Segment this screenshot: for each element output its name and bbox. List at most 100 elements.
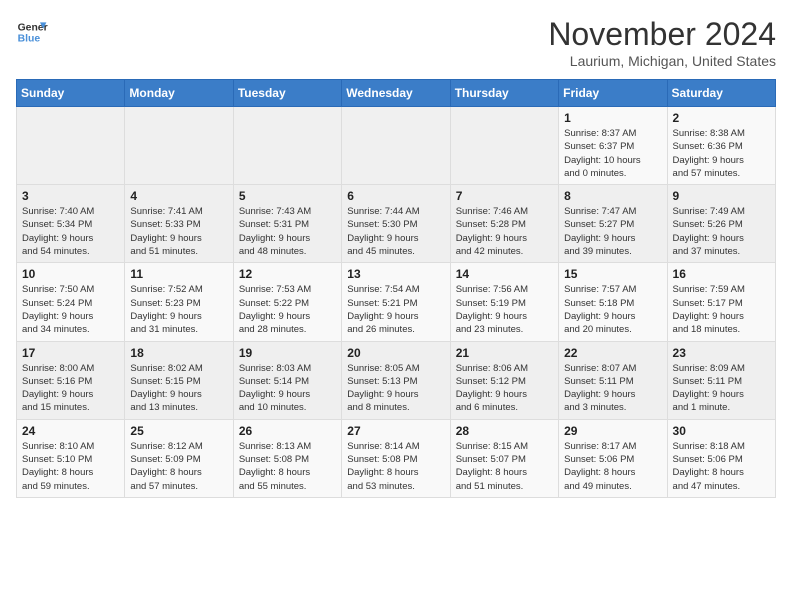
logo: General Blue: [16, 16, 48, 48]
day-info: Sunrise: 7:52 AM Sunset: 5:23 PM Dayligh…: [130, 283, 227, 336]
weekday-header-saturday: Saturday: [667, 80, 775, 107]
calendar-cell: 3 Sunrise: 7:40 AM Sunset: 5:34 PM Daylig…: [17, 185, 125, 263]
day-number: 29: [564, 424, 661, 438]
calendar-cell: [125, 107, 233, 185]
calendar-week-row: 1 Sunrise: 8:37 AM Sunset: 6:37 PM Daylig…: [17, 107, 776, 185]
day-number: 17: [22, 346, 119, 360]
calendar-cell: [342, 107, 450, 185]
day-info: Sunrise: 8:38 AM Sunset: 6:36 PM Dayligh…: [673, 127, 770, 180]
day-number: 9: [673, 189, 770, 203]
calendar-cell: 30 Sunrise: 8:18 AM Sunset: 5:06 PM Dayli…: [667, 419, 775, 497]
logo-icon: General Blue: [16, 16, 48, 48]
day-info: Sunrise: 7:40 AM Sunset: 5:34 PM Dayligh…: [22, 205, 119, 258]
weekday-header-thursday: Thursday: [450, 80, 558, 107]
calendar-week-row: 24Sunrise: 8:10 AM Sunset: 5:10 PM Dayli…: [17, 419, 776, 497]
calendar-week-row: 3 Sunrise: 7:40 AM Sunset: 5:34 PM Daylig…: [17, 185, 776, 263]
calendar-cell: 8 Sunrise: 7:47 AM Sunset: 5:27 PM Daylig…: [559, 185, 667, 263]
day-info: Sunrise: 7:53 AM Sunset: 5:22 PM Dayligh…: [239, 283, 336, 336]
calendar-cell: 1 Sunrise: 8:37 AM Sunset: 6:37 PM Daylig…: [559, 107, 667, 185]
calendar-cell: 22 Sunrise: 8:07 AM Sunset: 5:11 PM Dayli…: [559, 341, 667, 419]
day-info: Sunrise: 7:57 AM Sunset: 5:18 PM Dayligh…: [564, 283, 661, 336]
day-number: 22: [564, 346, 661, 360]
calendar-cell: 4Sunrise: 7:41 AM Sunset: 5:33 PM Daylig…: [125, 185, 233, 263]
day-info: Sunrise: 8:07 AM Sunset: 5:11 PM Dayligh…: [564, 362, 661, 415]
day-info: Sunrise: 7:50 AM Sunset: 5:24 PM Dayligh…: [22, 283, 119, 336]
calendar-cell: 19Sunrise: 8:03 AM Sunset: 5:14 PM Dayli…: [233, 341, 341, 419]
calendar-cell: 14 Sunrise: 7:56 AM Sunset: 5:19 PM Dayli…: [450, 263, 558, 341]
day-info: Sunrise: 7:47 AM Sunset: 5:27 PM Dayligh…: [564, 205, 661, 258]
calendar-cell: 7 Sunrise: 7:46 AM Sunset: 5:28 PM Daylig…: [450, 185, 558, 263]
day-info: Sunrise: 8:02 AM Sunset: 5:15 PM Dayligh…: [130, 362, 227, 415]
weekday-header-wednesday: Wednesday: [342, 80, 450, 107]
day-info: Sunrise: 8:12 AM Sunset: 5:09 PM Dayligh…: [130, 440, 227, 493]
location-label: Laurium, Michigan, United States: [548, 53, 776, 69]
day-info: Sunrise: 7:54 AM Sunset: 5:21 PM Dayligh…: [347, 283, 444, 336]
day-number: 13: [347, 267, 444, 281]
day-number: 18: [130, 346, 227, 360]
day-number: 21: [456, 346, 553, 360]
calendar-cell: 28 Sunrise: 8:15 AM Sunset: 5:07 PM Dayli…: [450, 419, 558, 497]
day-info: Sunrise: 8:03 AM Sunset: 5:14 PM Dayligh…: [239, 362, 336, 415]
calendar-cell: 25 Sunrise: 8:12 AM Sunset: 5:09 PM Dayli…: [125, 419, 233, 497]
page-header: General Blue November 2024 Laurium, Mich…: [16, 16, 776, 69]
calendar-cell: 13 Sunrise: 7:54 AM Sunset: 5:21 PM Dayli…: [342, 263, 450, 341]
day-number: 25: [130, 424, 227, 438]
calendar-cell: 27Sunrise: 8:14 AM Sunset: 5:08 PM Dayli…: [342, 419, 450, 497]
day-number: 14: [456, 267, 553, 281]
day-info: Sunrise: 8:37 AM Sunset: 6:37 PM Dayligh…: [564, 127, 661, 180]
day-info: Sunrise: 7:59 AM Sunset: 5:17 PM Dayligh…: [673, 283, 770, 336]
calendar-cell: 20 Sunrise: 8:05 AM Sunset: 5:13 PM Dayli…: [342, 341, 450, 419]
calendar-cell: 16 Sunrise: 7:59 AM Sunset: 5:17 PM Dayli…: [667, 263, 775, 341]
day-info: Sunrise: 7:41 AM Sunset: 5:33 PM Dayligh…: [130, 205, 227, 258]
day-info: Sunrise: 7:49 AM Sunset: 5:26 PM Dayligh…: [673, 205, 770, 258]
day-number: 8: [564, 189, 661, 203]
calendar-cell: 17 Sunrise: 8:00 AM Sunset: 5:16 PM Dayli…: [17, 341, 125, 419]
calendar-cell: 5 Sunrise: 7:43 AM Sunset: 5:31 PM Daylig…: [233, 185, 341, 263]
weekday-header-friday: Friday: [559, 80, 667, 107]
calendar-cell: 10 Sunrise: 7:50 AM Sunset: 5:24 PM Dayli…: [17, 263, 125, 341]
calendar-table: SundayMondayTuesdayWednesdayThursdayFrid…: [16, 79, 776, 498]
day-number: 3: [22, 189, 119, 203]
day-number: 20: [347, 346, 444, 360]
day-number: 23: [673, 346, 770, 360]
weekday-header-tuesday: Tuesday: [233, 80, 341, 107]
day-info: Sunrise: 8:15 AM Sunset: 5:07 PM Dayligh…: [456, 440, 553, 493]
calendar-cell: 12 Sunrise: 7:53 AM Sunset: 5:22 PM Dayli…: [233, 263, 341, 341]
day-number: 16: [673, 267, 770, 281]
day-number: 12: [239, 267, 336, 281]
calendar-cell: 6 Sunrise: 7:44 AM Sunset: 5:30 PM Daylig…: [342, 185, 450, 263]
calendar-cell: 11Sunrise: 7:52 AM Sunset: 5:23 PM Dayli…: [125, 263, 233, 341]
day-info: Sunrise: 8:05 AM Sunset: 5:13 PM Dayligh…: [347, 362, 444, 415]
calendar-cell: [233, 107, 341, 185]
day-number: 28: [456, 424, 553, 438]
day-number: 2: [673, 111, 770, 125]
weekday-header-row: SundayMondayTuesdayWednesdayThursdayFrid…: [17, 80, 776, 107]
day-info: Sunrise: 8:17 AM Sunset: 5:06 PM Dayligh…: [564, 440, 661, 493]
day-info: Sunrise: 8:06 AM Sunset: 5:12 PM Dayligh…: [456, 362, 553, 415]
day-number: 24: [22, 424, 119, 438]
day-number: 26: [239, 424, 336, 438]
day-info: Sunrise: 8:13 AM Sunset: 5:08 PM Dayligh…: [239, 440, 336, 493]
day-info: Sunrise: 8:00 AM Sunset: 5:16 PM Dayligh…: [22, 362, 119, 415]
day-number: 1: [564, 111, 661, 125]
day-number: 5: [239, 189, 336, 203]
day-info: Sunrise: 7:43 AM Sunset: 5:31 PM Dayligh…: [239, 205, 336, 258]
day-number: 30: [673, 424, 770, 438]
svg-text:Blue: Blue: [18, 34, 41, 45]
day-number: 7: [456, 189, 553, 203]
day-info: Sunrise: 8:18 AM Sunset: 5:06 PM Dayligh…: [673, 440, 770, 493]
day-number: 6: [347, 189, 444, 203]
day-info: Sunrise: 7:56 AM Sunset: 5:19 PM Dayligh…: [456, 283, 553, 336]
calendar-cell: 2 Sunrise: 8:38 AM Sunset: 6:36 PM Daylig…: [667, 107, 775, 185]
day-info: Sunrise: 7:46 AM Sunset: 5:28 PM Dayligh…: [456, 205, 553, 258]
weekday-header-monday: Monday: [125, 80, 233, 107]
calendar-cell: 23Sunrise: 8:09 AM Sunset: 5:11 PM Dayli…: [667, 341, 775, 419]
day-number: 10: [22, 267, 119, 281]
day-number: 27: [347, 424, 444, 438]
month-title: November 2024: [548, 16, 776, 53]
calendar-cell: 18 Sunrise: 8:02 AM Sunset: 5:15 PM Dayli…: [125, 341, 233, 419]
weekday-header-sunday: Sunday: [17, 80, 125, 107]
calendar-cell: 29 Sunrise: 8:17 AM Sunset: 5:06 PM Dayli…: [559, 419, 667, 497]
calendar-cell: 21 Sunrise: 8:06 AM Sunset: 5:12 PM Dayli…: [450, 341, 558, 419]
day-info: Sunrise: 7:44 AM Sunset: 5:30 PM Dayligh…: [347, 205, 444, 258]
